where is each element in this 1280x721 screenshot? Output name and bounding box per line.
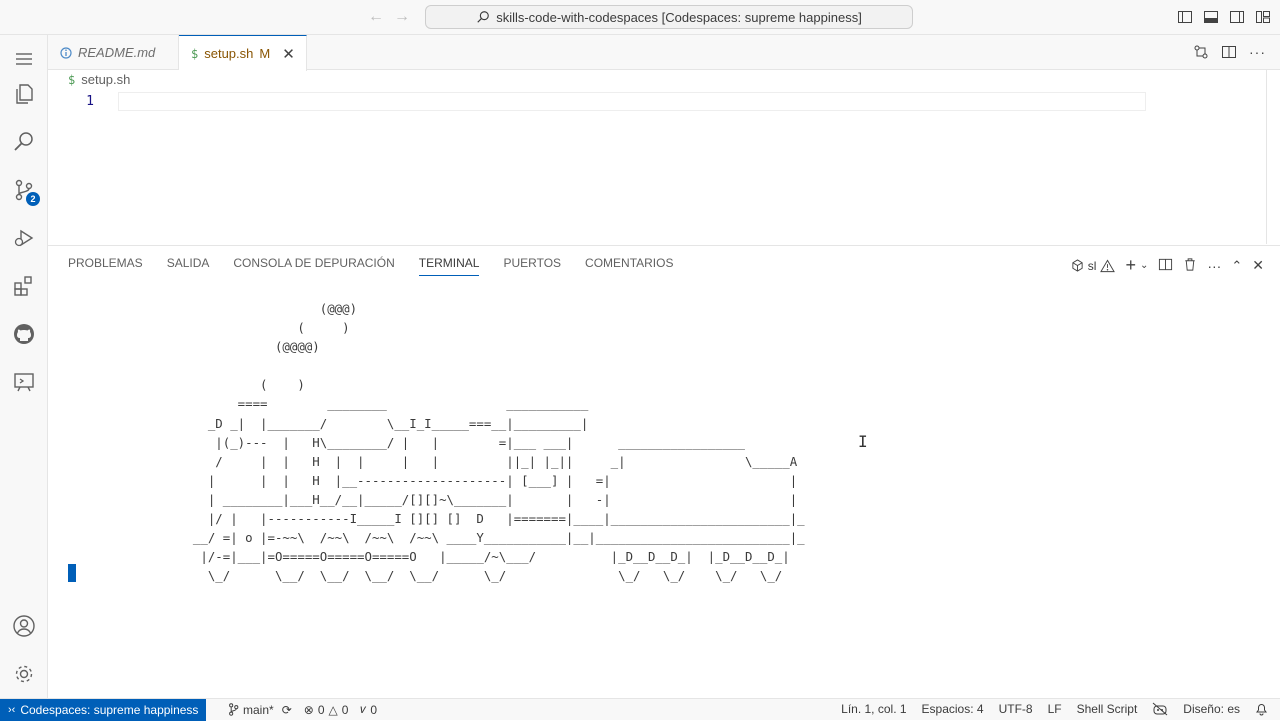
command-center-label: skills-code-with-codespaces [Codespaces:… — [496, 9, 862, 25]
tab-consola-depuracion[interactable]: CONSOLA DE DEPURACIÓN — [233, 256, 394, 276]
customize-layout-icon[interactable] — [1254, 8, 1272, 26]
tab-setup-sh[interactable]: $ setup.sh M ✕ — [179, 35, 307, 71]
remote-label: Codespaces: supreme happiness — [20, 703, 199, 717]
panel-tabs: PROBLEMAS SALIDA CONSOLA DE DEPURACIÓN T… — [68, 256, 673, 276]
more-actions-icon[interactable]: ··· — [1249, 44, 1266, 65]
navigation-arrows: ← → — [368, 8, 410, 26]
panel-actions: sl + ⌄ ··· ⌃ ✕ — [1071, 255, 1264, 276]
close-icon[interactable]: ✕ — [282, 45, 295, 63]
tab-terminal[interactable]: TERMINAL — [418, 256, 480, 276]
sync-icon: ⟳ — [281, 702, 292, 717]
back-arrow-icon[interactable]: ← — [368, 8, 384, 26]
run-debug-icon[interactable] — [0, 214, 48, 262]
status-right: Lín. 1, col. 1 Espacios: 4 UTF-8 LF Shel… — [841, 702, 1268, 719]
toggle-panel-icon[interactable] — [1202, 8, 1220, 26]
layout-controls — [1176, 8, 1272, 26]
copilot-disabled-icon[interactable] — [1152, 702, 1168, 719]
branch-icon — [229, 703, 239, 716]
command-center[interactable]: skills-code-with-codespaces [Codespaces:… — [425, 5, 913, 29]
info-icon — [60, 46, 72, 59]
keyboard-layout[interactable]: Diseño: es — [1183, 702, 1240, 719]
remote-explorer-icon[interactable] — [0, 358, 48, 406]
editor-current-line[interactable] — [118, 92, 1146, 111]
tab-label: README.md — [78, 45, 156, 60]
editor-tab-bar: README.md $ setup.sh M ✕ ··· — [48, 35, 1280, 71]
dollar-icon: $ — [191, 46, 199, 61]
cursor-position[interactable]: Lín. 1, col. 1 — [841, 702, 906, 719]
bottom-panel: PROBLEMAS SALIDA CONSOLA DE DEPURACIÓN T… — [48, 245, 1280, 698]
terminal-name: sl — [1087, 258, 1097, 273]
warnings-count: 0 — [341, 702, 349, 717]
warning-icon: △ — [328, 702, 338, 717]
breadcrumb-file[interactable]: setup.sh — [81, 72, 130, 87]
breadcrumb: $ setup.sh — [68, 72, 130, 87]
indentation[interactable]: Espacios: 4 — [922, 702, 984, 719]
encoding[interactable]: UTF-8 — [999, 702, 1033, 719]
close-panel-icon[interactable]: ✕ — [1252, 257, 1264, 274]
tab-readme[interactable]: README.md — [48, 35, 179, 70]
tab-problemas[interactable]: PROBLEMAS — [68, 256, 143, 276]
extensions-icon[interactable] — [0, 262, 48, 310]
explorer-icon[interactable] — [0, 70, 48, 118]
tab-salida[interactable]: SALIDA — [167, 256, 210, 276]
source-control-icon[interactable]: 2 — [0, 166, 48, 214]
search-icon — [477, 11, 490, 23]
toggle-primary-sidebar-icon[interactable] — [1176, 8, 1194, 26]
warning-icon — [1100, 258, 1116, 272]
search-icon[interactable] — [0, 118, 48, 166]
manage-gear-icon[interactable] — [0, 650, 48, 698]
tab-label: setup.sh — [204, 46, 254, 61]
title-bar: ← → skills-code-with-codespaces [Codespa… — [0, 0, 1280, 35]
forward-arrow-icon[interactable]: → — [394, 8, 410, 26]
more-actions-icon[interactable]: ··· — [1207, 258, 1221, 274]
status-left: main* ⟳ ⊗ 0 △ 0 𝜈 0 — [228, 702, 377, 717]
new-terminal-button[interactable]: + ⌄ — [1125, 255, 1148, 276]
activity-bar: 2 — [0, 35, 48, 698]
tab-comentarios[interactable]: COMENTARIOS — [585, 256, 673, 276]
remote-indicator[interactable]: ›‹ Codespaces: supreme happiness — [0, 699, 207, 721]
github-icon[interactable] — [0, 310, 48, 358]
tab-puertos[interactable]: PUERTOS — [503, 256, 561, 276]
dollar-icon: $ — [68, 72, 76, 87]
terminal-output[interactable]: (@@@) ( ) (@@@@) ( ) ==== ________ _____… — [178, 299, 805, 585]
accounts-icon[interactable] — [0, 602, 48, 650]
language-mode[interactable]: Shell Script — [1077, 702, 1138, 719]
branch-item[interactable]: main* ⟳ — [228, 702, 292, 717]
editor-actions: ··· — [1193, 44, 1266, 65]
source-control-badge: 2 — [26, 192, 40, 206]
terminal-cursor — [68, 564, 76, 582]
text-cursor-icon: I — [858, 432, 868, 451]
problems-item[interactable]: ⊗ 0 △ 0 — [304, 702, 349, 717]
branch-name: main* — [243, 702, 274, 717]
maximize-panel-icon[interactable]: ⌃ — [1231, 258, 1242, 274]
modified-indicator: M — [259, 46, 271, 61]
end-of-line[interactable]: LF — [1048, 702, 1062, 719]
plus-icon: + — [1125, 255, 1136, 275]
split-terminal-icon[interactable] — [1158, 257, 1173, 275]
trash-icon[interactable] — [1183, 257, 1197, 275]
broadcast-icon: 𝜈 — [360, 702, 367, 716]
toggle-secondary-sidebar-icon[interactable] — [1228, 8, 1246, 26]
terminal-cube-icon — [1072, 259, 1083, 272]
terminal-selector[interactable]: sl — [1071, 259, 1116, 273]
ports-count: 0 — [370, 702, 378, 717]
remote-icon: ›‹ — [8, 704, 16, 716]
split-editor-icon[interactable] — [1221, 44, 1237, 65]
line-number: 1 — [86, 94, 94, 109]
minimap-divider — [1266, 70, 1267, 244]
open-changes-icon[interactable] — [1193, 44, 1209, 65]
error-icon: ⊗ — [303, 702, 314, 717]
ports-item[interactable]: 𝜈 0 — [360, 702, 377, 717]
status-bar: ›‹ Codespaces: supreme happiness main* ⟳… — [0, 698, 1280, 721]
notifications-bell-icon[interactable] — [1255, 702, 1268, 719]
chevron-down-icon: ⌄ — [1139, 260, 1149, 271]
errors-count: 0 — [317, 702, 325, 717]
